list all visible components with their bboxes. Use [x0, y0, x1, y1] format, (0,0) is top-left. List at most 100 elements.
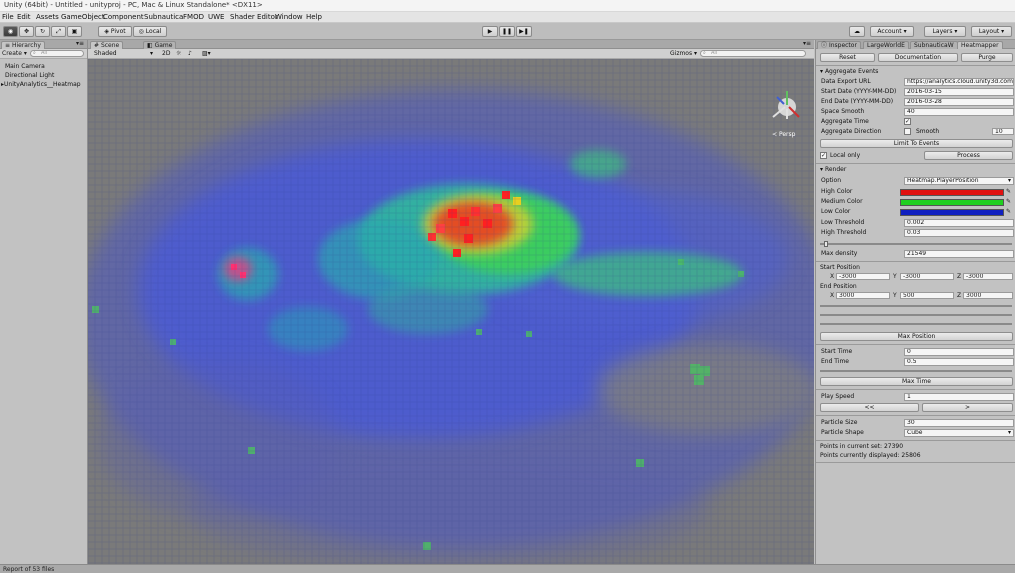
pause-button[interactable]: ❚❚	[499, 26, 515, 37]
hierarchy-search-input[interactable]: ⌕ All	[30, 50, 84, 57]
step-button[interactable]: ▶❚	[516, 26, 532, 37]
shading-dropdown[interactable]: Shaded	[92, 50, 119, 58]
low-color-swatch[interactable]	[900, 209, 1004, 216]
reset-button[interactable]: Reset	[820, 53, 875, 62]
aggregate-time-checkbox[interactable]: ✓	[904, 118, 911, 125]
rect-tool-button[interactable]: ▣	[67, 26, 82, 37]
threshold-slider[interactable]	[820, 243, 1012, 245]
start-time-input[interactable]: 0	[904, 348, 1014, 356]
max-density-row: Max density 21549	[820, 249, 1015, 258]
end-x-input[interactable]: 3000	[836, 292, 890, 299]
move-tool-button[interactable]: ✥	[19, 26, 34, 37]
start-date-input[interactable]: 2016-03-15	[904, 88, 1014, 96]
menu-edit[interactable]: Edit	[17, 13, 31, 21]
purge-button[interactable]: Purge	[961, 53, 1013, 62]
account-dropdown[interactable]: Account ▾	[870, 26, 914, 37]
hierarchy-item-heatmap[interactable]: ▸UnityAnalytics__Heatmap	[1, 81, 81, 88]
chevron-down-icon: ▾	[1001, 28, 1005, 35]
position-slider-y[interactable]	[820, 314, 1012, 316]
pivot-toggle[interactable]: ◈ Pivot	[98, 26, 132, 37]
limit-to-events-button[interactable]: Limit To Events	[820, 139, 1013, 148]
local-only-checkbox[interactable]: ✓	[820, 152, 827, 159]
menu-component[interactable]: Component	[103, 13, 144, 21]
aggregate-events-header[interactable]: ▾ Aggregate Events	[820, 68, 878, 75]
create-dropdown[interactable]: Create ▾	[2, 50, 27, 57]
end-z-input[interactable]: 3000	[963, 292, 1013, 299]
layers-dropdown[interactable]: Layers ▾	[924, 26, 966, 37]
divider	[816, 415, 1015, 416]
scale-tool-button[interactable]: ⤢	[51, 26, 66, 37]
view-tool-button[interactable]: ◉	[3, 26, 18, 37]
time-slider[interactable]	[820, 370, 1012, 372]
process-button[interactable]: Process	[924, 151, 1013, 160]
gizmos-dropdown[interactable]: Gizmos ▾	[668, 50, 699, 58]
eyedropper-icon[interactable]: ✎	[1006, 209, 1012, 215]
scene-search-input[interactable]: ⌕ All	[700, 50, 806, 57]
menu-file[interactable]: File	[2, 13, 14, 21]
smooth-input[interactable]: 10	[992, 128, 1014, 135]
menu-assets[interactable]: Assets	[36, 13, 59, 21]
end-y-input[interactable]: 500	[900, 292, 954, 299]
rewind-button[interactable]: <<	[820, 403, 919, 412]
start-y-input[interactable]: -3000	[900, 273, 954, 280]
panel-menu-icon[interactable]: ▾≡	[803, 40, 811, 47]
max-time-button[interactable]: Max Time	[820, 377, 1013, 386]
end-date-input[interactable]: 2016-03-28	[904, 98, 1014, 106]
layout-dropdown[interactable]: Layout ▾	[971, 26, 1012, 37]
tab-hierarchy[interactable]: ≡ Hierarchy	[1, 41, 45, 49]
panel-menu-icon[interactable]: ▾≡	[76, 40, 84, 47]
tab-heatmapper[interactable]: Heatmapper	[957, 41, 1003, 49]
data-export-url-input[interactable]: https://analytics.cloud.unity3d.com/api	[904, 78, 1014, 86]
hierarchy-item-main-camera[interactable]: Main Camera	[5, 63, 45, 70]
info-icon: ⓘ	[821, 42, 828, 49]
end-date-row: End Date (YYYY-MM-DD) 2016-03-28	[820, 97, 1015, 106]
menu-gameobject[interactable]: GameObject	[61, 13, 105, 21]
aggregate-direction-checkbox[interactable]	[904, 128, 911, 135]
particle-shape-dropdown[interactable]: Cube ▾	[904, 429, 1014, 437]
audio-toggle-icon[interactable]: ♪	[186, 50, 194, 58]
position-slider-x[interactable]	[820, 305, 1012, 307]
space-smooth-input[interactable]: 40	[904, 108, 1014, 116]
local-toggle[interactable]: ◎ Local	[133, 26, 167, 37]
tab-largeworld[interactable]: LargeWorldE	[863, 41, 909, 49]
medium-color-swatch[interactable]	[900, 199, 1004, 206]
menu-fmod[interactable]: FMOD	[183, 13, 204, 21]
start-z-input[interactable]: -3000	[963, 273, 1013, 280]
tab-game[interactable]: ◧ Game	[143, 41, 177, 49]
cloud-button[interactable]: ☁	[849, 26, 865, 37]
start-x-input[interactable]: -3000	[836, 273, 890, 280]
persp-label[interactable]: ≺ Persp	[772, 131, 795, 138]
menu-help[interactable]: Help	[306, 13, 322, 21]
high-color-swatch[interactable]	[900, 189, 1004, 196]
particle-size-input[interactable]: 30	[904, 419, 1014, 427]
shading-chevron-icon[interactable]: ▾	[148, 50, 155, 58]
lighting-toggle-icon[interactable]: ☼	[174, 50, 183, 58]
tab-subnautica[interactable]: SubnauticaW	[910, 41, 958, 49]
2d-toggle[interactable]: 2D	[160, 50, 172, 58]
menu-window[interactable]: Window	[275, 13, 303, 21]
render-header[interactable]: ▾ Render	[820, 166, 846, 173]
high-threshold-input[interactable]: 0.03	[904, 229, 1014, 237]
position-slider-z[interactable]	[820, 323, 1012, 325]
documentation-button[interactable]: Documentation	[878, 53, 958, 62]
threshold-slider-handle[interactable]	[824, 241, 828, 247]
tab-scene[interactable]: # Scene	[90, 41, 124, 49]
menu-shader-editor[interactable]: Shader Editor	[230, 13, 278, 21]
hierarchy-item-directional-light[interactable]: Directional Light	[5, 72, 54, 79]
menu-uwe[interactable]: UWE	[208, 13, 224, 21]
end-time-input[interactable]: 0.5	[904, 358, 1014, 366]
eyedropper-icon[interactable]: ✎	[1006, 189, 1012, 195]
menu-subnautica[interactable]: Subnautica	[144, 13, 183, 21]
low-threshold-input[interactable]: 0.002	[904, 219, 1014, 227]
rotate-tool-button[interactable]: ↻	[35, 26, 50, 37]
tab-inspector[interactable]: ⓘ Inspector	[817, 41, 861, 49]
eyedropper-icon[interactable]: ✎	[1006, 199, 1012, 205]
option-dropdown[interactable]: Heatmap.PlayerPosition ▾	[904, 177, 1014, 185]
max-position-button[interactable]: Max Position	[820, 332, 1013, 341]
scene-viewport[interactable]: ≺ Persp ↖	[88, 59, 814, 564]
effects-toggle-icon[interactable]: ▨▾	[200, 50, 213, 58]
play-button[interactable]: ▶	[482, 26, 498, 37]
max-density-input[interactable]: 21549	[904, 250, 1014, 258]
play-speed-input[interactable]: 1	[904, 393, 1014, 401]
playback-play-button[interactable]: >	[922, 403, 1013, 412]
